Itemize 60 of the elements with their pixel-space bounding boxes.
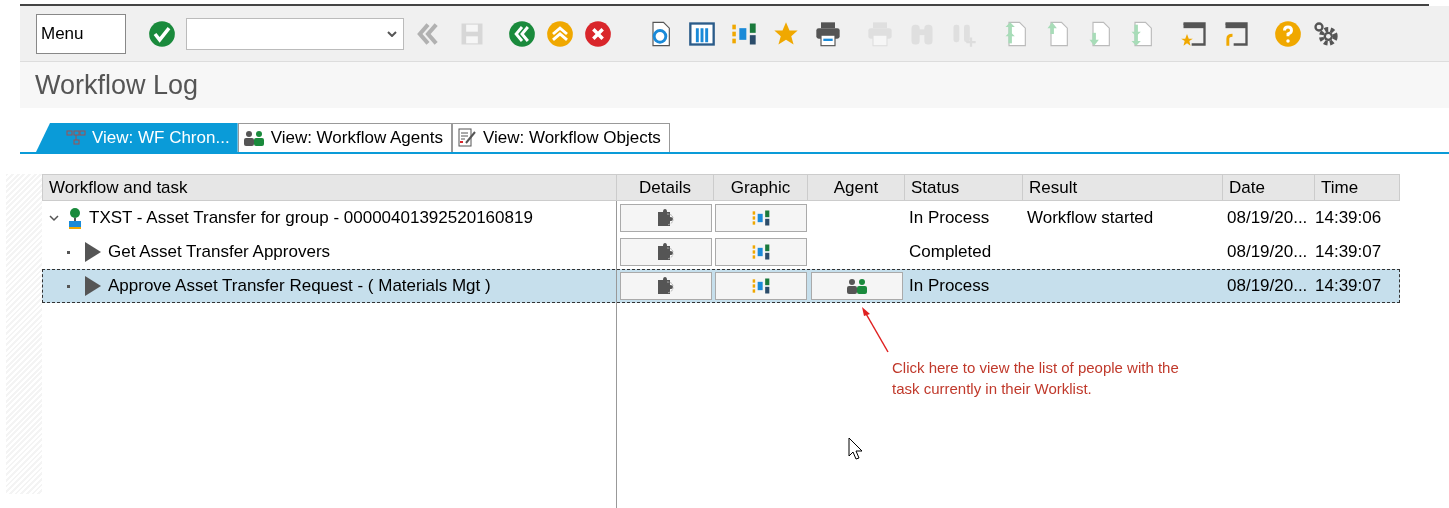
- details-button[interactable]: [619, 204, 712, 232]
- column-header: Result: [1023, 175, 1223, 200]
- document-edit-icon: [456, 128, 477, 148]
- status-cell-text: Completed: [908, 241, 992, 264]
- cancel-icon[interactable]: [584, 19, 612, 48]
- columns-icon[interactable]: [688, 19, 716, 48]
- check-icon[interactable]: [148, 19, 176, 48]
- workflow-icon: [67, 207, 83, 229]
- window-star-icon[interactable]: [1180, 19, 1208, 48]
- puzzle-icon: [655, 277, 676, 295]
- collapse-caret-icon[interactable]: [49, 214, 59, 222]
- page-title: Workflow Log: [35, 68, 199, 102]
- menu-button[interactable]: Menu: [36, 13, 126, 54]
- tree-item[interactable]: Approve Asset Transfer Request - ( Materials Mgt ): [108, 273, 491, 299]
- printer-icon[interactable]: [814, 19, 842, 48]
- column-header: Details: [617, 175, 714, 200]
- people-icon: [845, 278, 868, 294]
- task-triangle-icon: [84, 275, 102, 297]
- mouse-cursor-icon: [848, 437, 864, 461]
- back-icon[interactable]: [508, 19, 536, 48]
- date-cell-text: 08/19/20...: [1226, 241, 1308, 264]
- column-header: Time: [1315, 175, 1400, 200]
- annotation-text: Click here to view the list of people with the task currently in their Worklist.: [892, 358, 1180, 399]
- time-cell-text: 14:39:07: [1315, 275, 1382, 298]
- date-cell-text: 08/19/20...: [1226, 207, 1308, 230]
- agent-button[interactable]: [810, 272, 903, 300]
- view-tab[interactable]: View: Workflow Agents: [237, 123, 452, 152]
- hierarchy-icon: [750, 208, 772, 228]
- status-cell-text: In Process: [908, 207, 990, 230]
- column-header: Graphic: [714, 175, 808, 200]
- view-tab[interactable]: View: Workflow Objects: [451, 123, 670, 152]
- table-row[interactable]: Get Asset Transfer Approvers Completed 08/19/20... 14:39:07: [42, 235, 1400, 269]
- puzzle-icon: [655, 243, 676, 261]
- result-cell-text: Workflow started: [1026, 207, 1154, 230]
- annotation-arrow: [860, 306, 890, 354]
- status-cell-text: In Process: [908, 275, 990, 298]
- hierarchy-icon: [66, 129, 86, 146]
- column-header: Workflow and task: [43, 175, 617, 200]
- command-field[interactable]: [186, 17, 404, 50]
- graphic-button[interactable]: [715, 238, 807, 266]
- time-cell-text: 14:39:07: [1315, 241, 1382, 264]
- hierarchy-icon: [750, 276, 772, 296]
- details-button[interactable]: [619, 272, 712, 300]
- table-row[interactable]: TXST - Asset Transfer for group - 00000401392520160819 In Process Workflow started 08/19/20... 14:39:06: [42, 201, 1400, 235]
- hierarchy-icon: [750, 242, 772, 262]
- column-header: Agent: [808, 175, 905, 200]
- people-icon: [242, 130, 265, 146]
- date-cell-text: 08/19/20...: [1226, 275, 1308, 298]
- details-button[interactable]: [619, 238, 712, 266]
- task-triangle-icon: [84, 241, 102, 263]
- column-header: Date: [1223, 175, 1315, 200]
- settings-icon[interactable]: [1312, 19, 1340, 48]
- selected-row[interactable]: Approve Asset Transfer Request - ( Materials Mgt ) In Process 08/19/20... 14:39:07: [42, 269, 1400, 303]
- time-cell-text: 14:39:06: [1315, 207, 1382, 230]
- column-header: Status: [905, 175, 1023, 200]
- graphic-button[interactable]: [715, 204, 807, 232]
- puzzle-icon: [655, 209, 676, 227]
- tree-item[interactable]: TXST - Asset Transfer for group - 00000401392520160819: [89, 205, 533, 231]
- graphic-button[interactable]: [715, 272, 807, 300]
- tree-item[interactable]: Get Asset Transfer Approvers: [108, 239, 331, 265]
